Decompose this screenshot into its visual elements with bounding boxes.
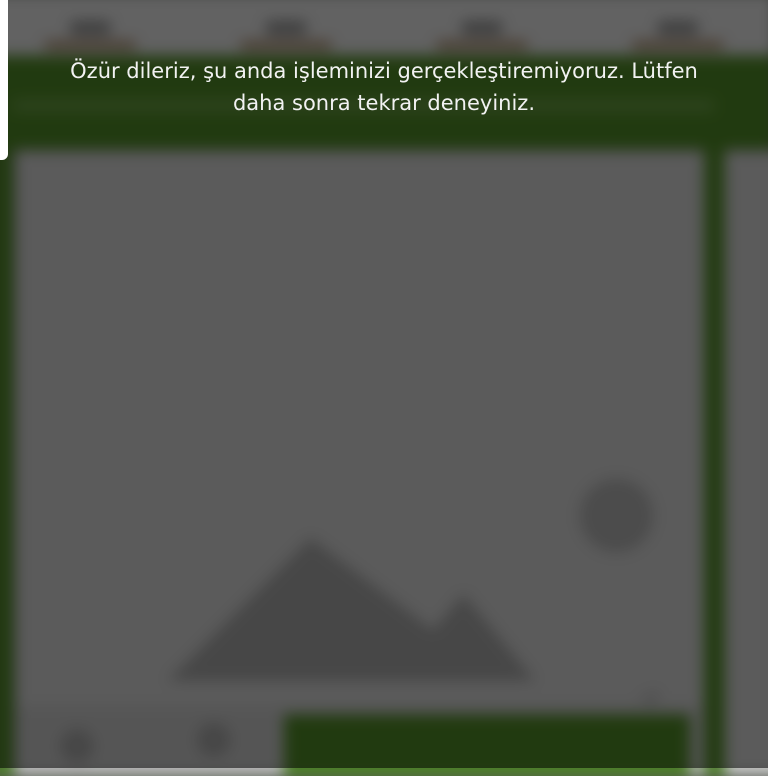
toast-message-line-1: Özür dileriz, şu anda işleminizi gerçekl… (70, 59, 698, 83)
error-toast: Özür dileriz, şu anda işleminizi gerçekl… (0, 0, 768, 160)
toast-message: Özür dileriz, şu anda işleminizi gerçekl… (44, 55, 724, 119)
toast-message-line-2: daha sonra tekrar deneyiniz. (232, 91, 536, 115)
